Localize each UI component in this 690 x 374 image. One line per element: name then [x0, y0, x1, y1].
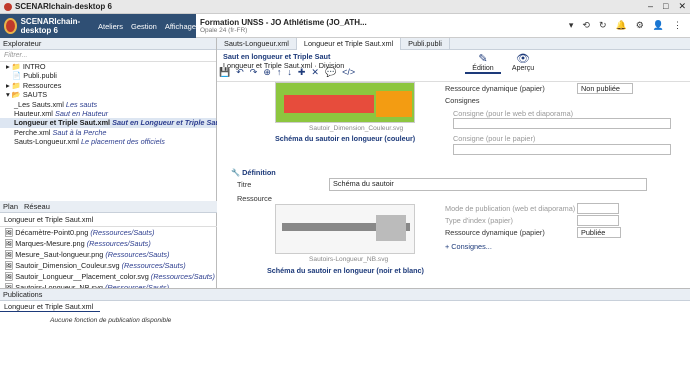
list-item[interactable]: 🖼 Sautoir_Longueur__Placement_color.svg …: [0, 271, 217, 282]
plan-current: Longueur et Triple Saut.xml: [0, 213, 217, 227]
crumb-title: Saut en longueur et Triple Saut: [223, 52, 331, 61]
refresh-icon[interactable]: ↻: [599, 20, 607, 31]
publication-selected[interactable]: Longueur et Triple Saut.xml: [0, 301, 100, 312]
save-icon[interactable]: 💾: [219, 67, 230, 78]
minimize-icon[interactable]: –: [648, 1, 653, 12]
consigne-web-label: Consigne (pour le web et diaporama): [453, 109, 574, 118]
filter-input[interactable]: Filtrer...: [0, 50, 216, 62]
apercu-mode-button[interactable]: 👁 Aperçu: [505, 52, 541, 74]
app-icon: [4, 2, 12, 11]
document-title: Formation UNSS - JO Athlétisme (JO_ATH..…: [200, 17, 367, 27]
redo-icon[interactable]: ↷: [250, 67, 258, 78]
image1-caption: Schéma du sautoir en longueur (couleur): [275, 134, 416, 143]
definition-heading: 🔧 Définition: [231, 168, 276, 177]
edition-mode-button[interactable]: ✎ Édition: [465, 52, 501, 74]
document-subtitle: Opale 24 (fr-FR): [200, 26, 248, 34]
publications-panel: Publications Longueur et Triple Saut.xml…: [0, 288, 690, 374]
dropdown-icon[interactable]: ▾: [569, 20, 574, 31]
menu-ateliers[interactable]: Ateliers: [98, 22, 123, 31]
move-up-icon[interactable]: ↑: [277, 67, 282, 78]
menu-gestion[interactable]: Gestion: [131, 22, 157, 31]
move-down-icon[interactable]: ↓: [287, 67, 292, 78]
tree-item[interactable]: _Les Sauts.xml Les sauts: [0, 100, 216, 109]
res-dyn-label: Ressource dynamique (papier): [445, 84, 545, 93]
target-icon[interactable]: ⊕: [263, 67, 271, 78]
image-sautoir-nb[interactable]: [275, 204, 415, 254]
titre-label: Titre: [237, 180, 252, 189]
res-dyn-select[interactable]: Non publiée: [577, 83, 633, 94]
undo-icon[interactable]: ↶: [236, 67, 244, 78]
settings-icon[interactable]: ⚙: [636, 20, 644, 31]
publication-empty-message: Aucune fonction de publication disponibl…: [50, 317, 172, 324]
mode-pub-label: Mode de publication (web et diaporama): [445, 204, 576, 213]
type-index-select[interactable]: [577, 215, 619, 226]
history-icon[interactable]: ⟲: [582, 20, 590, 31]
delete-icon[interactable]: ✕: [311, 67, 319, 78]
editor-panel: Sauts-Longueur.xml Longueur et Triple Sa…: [217, 37, 690, 288]
tree-item[interactable]: Hauteur.xml Saut en Hauteur: [0, 109, 216, 118]
tab-explorer[interactable]: Explorateur: [3, 39, 41, 48]
tree-item[interactable]: ▸ 📁 INTRO: [0, 62, 216, 71]
maximize-icon[interactable]: □: [663, 1, 668, 12]
tab-reseau[interactable]: Réseau: [24, 202, 50, 211]
comment-icon[interactable]: 💬: [325, 67, 336, 78]
list-item[interactable]: 🖼 Marques-Mesure.png (Ressources/Sauts): [0, 238, 217, 249]
menu-affichage[interactable]: Affichage: [165, 22, 196, 31]
publications-title: Publications: [0, 289, 690, 301]
tree-item[interactable]: Sauts-Longueur.xml Le placement des offi…: [0, 137, 216, 146]
consigne-papier-label: Consigne (pour le papier): [453, 134, 536, 143]
list-item[interactable]: 🖼 Sautoir_Dimension_Couleur.svg (Ressour…: [0, 260, 217, 271]
type-index-label: Type d'index (papier): [445, 216, 513, 225]
tab-publi[interactable]: Publi.publi: [401, 37, 450, 50]
tree-item-selected[interactable]: Longueur et Triple Saut.xml Saut en Long…: [0, 118, 222, 128]
image1-filename: Sautoir_Dimension_Couleur.svg: [309, 125, 404, 132]
consigne-papier-input[interactable]: [453, 144, 671, 155]
ressource-label: Ressource: [237, 194, 272, 203]
scenari-logo-icon: [4, 18, 17, 34]
titre-input[interactable]: Schéma du sautoir: [329, 178, 647, 191]
tab-longueur-triple[interactable]: Longueur et Triple Saut.xml: [296, 37, 402, 50]
consignes-label: Consignes: [445, 96, 480, 105]
more-icon[interactable]: ⋮: [673, 20, 682, 31]
tree-item[interactable]: ▾ 📂 SAUTS: [0, 90, 216, 99]
tab-sauts-longueur[interactable]: Sauts-Longueur.xml: [217, 37, 297, 50]
res-dyn2-label: Ressource dynamique (papier): [445, 228, 545, 237]
list-item[interactable]: 🖼 Décamètre-Point0.png (Ressources/Sauts…: [0, 227, 217, 238]
tab-plan[interactable]: Plan: [3, 202, 18, 211]
workspace-bar: SCENARIchain-desktop 6 Ateliers Gestion …: [0, 14, 196, 38]
image2-filename: Sautoirs-Longueur_NB.svg: [309, 256, 389, 263]
window-titlebar: SCENARIchain-desktop 6 – □ ✕: [0, 0, 690, 14]
res-dyn2-select[interactable]: Publiée: [577, 227, 621, 238]
tree-item[interactable]: 📄 Publi.publi: [0, 71, 216, 80]
consigne-web-input[interactable]: [453, 118, 671, 129]
image2-caption: Schéma du sautoir en longueur (noir et b…: [267, 266, 424, 275]
add-icon[interactable]: ✚: [298, 67, 306, 78]
code-icon[interactable]: </>: [342, 67, 355, 78]
editor-toolbar: 💾 ↶ ↷ ⊕ ↑ ↓ ✚ ✕ 💬 </>: [219, 67, 355, 78]
add-consignes-link[interactable]: + Consignes...: [445, 242, 492, 251]
document-header: Formation UNSS - JO Athlétisme (JO_ATH..…: [196, 14, 690, 38]
workspace-name[interactable]: SCENARIchain-desktop 6: [21, 17, 90, 35]
mode-pub-select[interactable]: [577, 203, 619, 214]
close-icon[interactable]: ✕: [678, 1, 686, 12]
list-item[interactable]: 🖼 Mesure_Saut-longueur.png (Ressources/S…: [0, 249, 217, 260]
tree-item[interactable]: ▸ 📁 Ressources: [0, 81, 216, 90]
user-icon[interactable]: 👤: [653, 20, 664, 31]
file-tree: ▸ 📁 INTRO 📄 Publi.publi ▸ 📁 Ressources ▾…: [0, 62, 222, 147]
tree-item[interactable]: Perche.xml Saut à la Perche: [0, 128, 216, 137]
image-sautoir-couleur[interactable]: [275, 82, 415, 123]
bell-icon[interactable]: 🔔: [615, 20, 626, 31]
window-title: SCENARIchain-desktop 6: [15, 2, 112, 11]
